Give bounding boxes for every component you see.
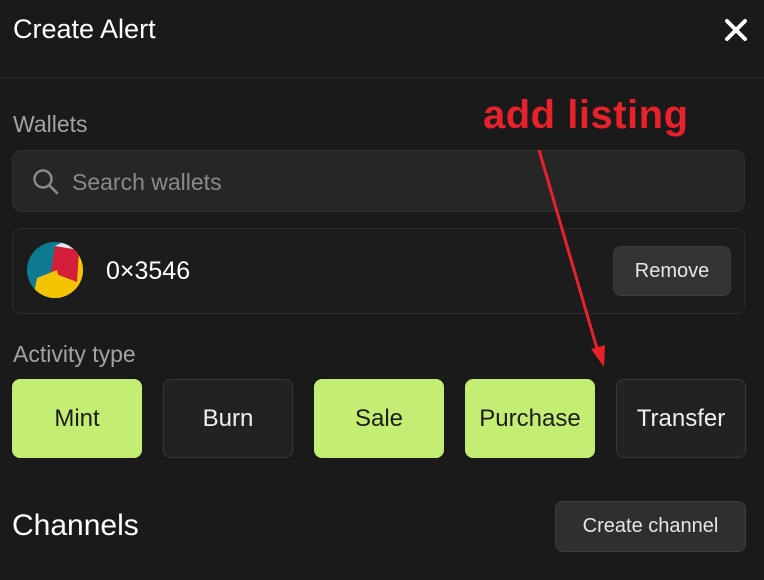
create-channel-button[interactable]: Create channel: [555, 501, 746, 552]
close-icon: [725, 19, 747, 41]
dialog-title: Create Alert: [13, 14, 156, 44]
search-icon: [33, 169, 59, 195]
activity-transfer-button[interactable]: Transfer: [616, 379, 746, 458]
activity-type-label: Activity type: [13, 341, 136, 367]
remove-wallet-button[interactable]: Remove: [613, 246, 731, 296]
wallet-address: 0×3546: [106, 257, 191, 285]
activity-purchase-button[interactable]: Purchase: [465, 379, 595, 458]
wallet-search-box[interactable]: [12, 150, 745, 212]
activity-mint-button[interactable]: Mint: [12, 379, 142, 458]
dialog-header: Create Alert: [0, 0, 764, 78]
wallets-label: Wallets: [13, 111, 88, 137]
wallet-avatar: [27, 242, 83, 298]
activity-sale-button[interactable]: Sale: [314, 379, 444, 458]
channels-heading: Channels: [12, 509, 139, 542]
activity-burn-button[interactable]: Burn: [163, 379, 293, 458]
wallet-list-item: 0×3546 Remove: [12, 228, 745, 314]
annotation-text: add listing: [483, 93, 689, 137]
wallet-search-input[interactable]: [70, 163, 724, 201]
close-button[interactable]: [720, 14, 752, 46]
